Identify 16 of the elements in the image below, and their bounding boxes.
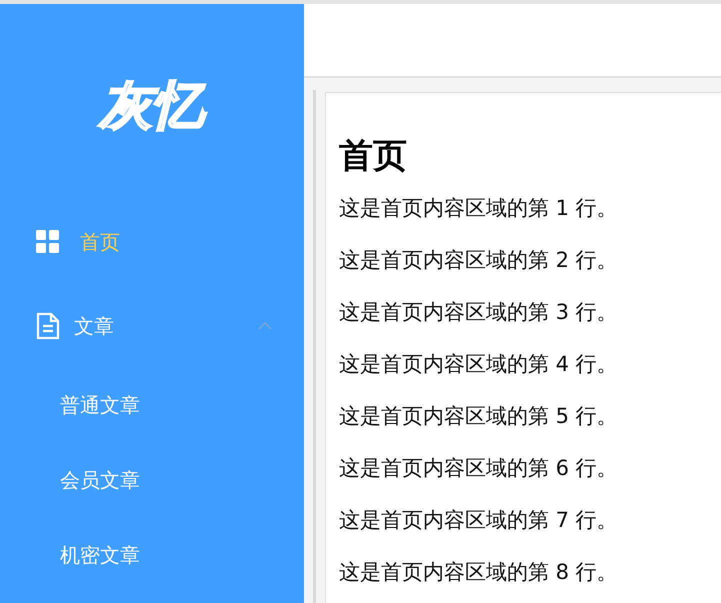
- grid-icon: [36, 230, 60, 254]
- content-line: 这是首页内容区域的第 7 行。: [339, 507, 619, 534]
- content-line: 这是首页内容区域的第 3 行。: [339, 299, 619, 326]
- content-line: 这是首页内容区域的第 8 行。: [339, 559, 619, 586]
- content-line: 这是首页内容区域的第 1 行。: [339, 195, 619, 222]
- submenu-item[interactable]: 机密文章: [0, 518, 304, 593]
- menu-item[interactable]: 首页: [0, 200, 304, 284]
- submenu-item[interactable]: 普通文章: [0, 368, 304, 443]
- content-line: 这是首页内容区域的第 4 行。: [339, 351, 619, 378]
- document-icon: [36, 312, 60, 340]
- content-line: 这是首页内容区域的第 6 行。: [339, 455, 619, 482]
- content-line: 这是首页内容区域的第 5 行。: [339, 403, 619, 430]
- submenu-item[interactable]: 会员文章: [0, 443, 304, 518]
- page-heading: 首页: [339, 135, 408, 178]
- menu-item[interactable]: 文章: [0, 284, 304, 368]
- content-line: 这是首页内容区域的第 2 行。: [339, 247, 619, 274]
